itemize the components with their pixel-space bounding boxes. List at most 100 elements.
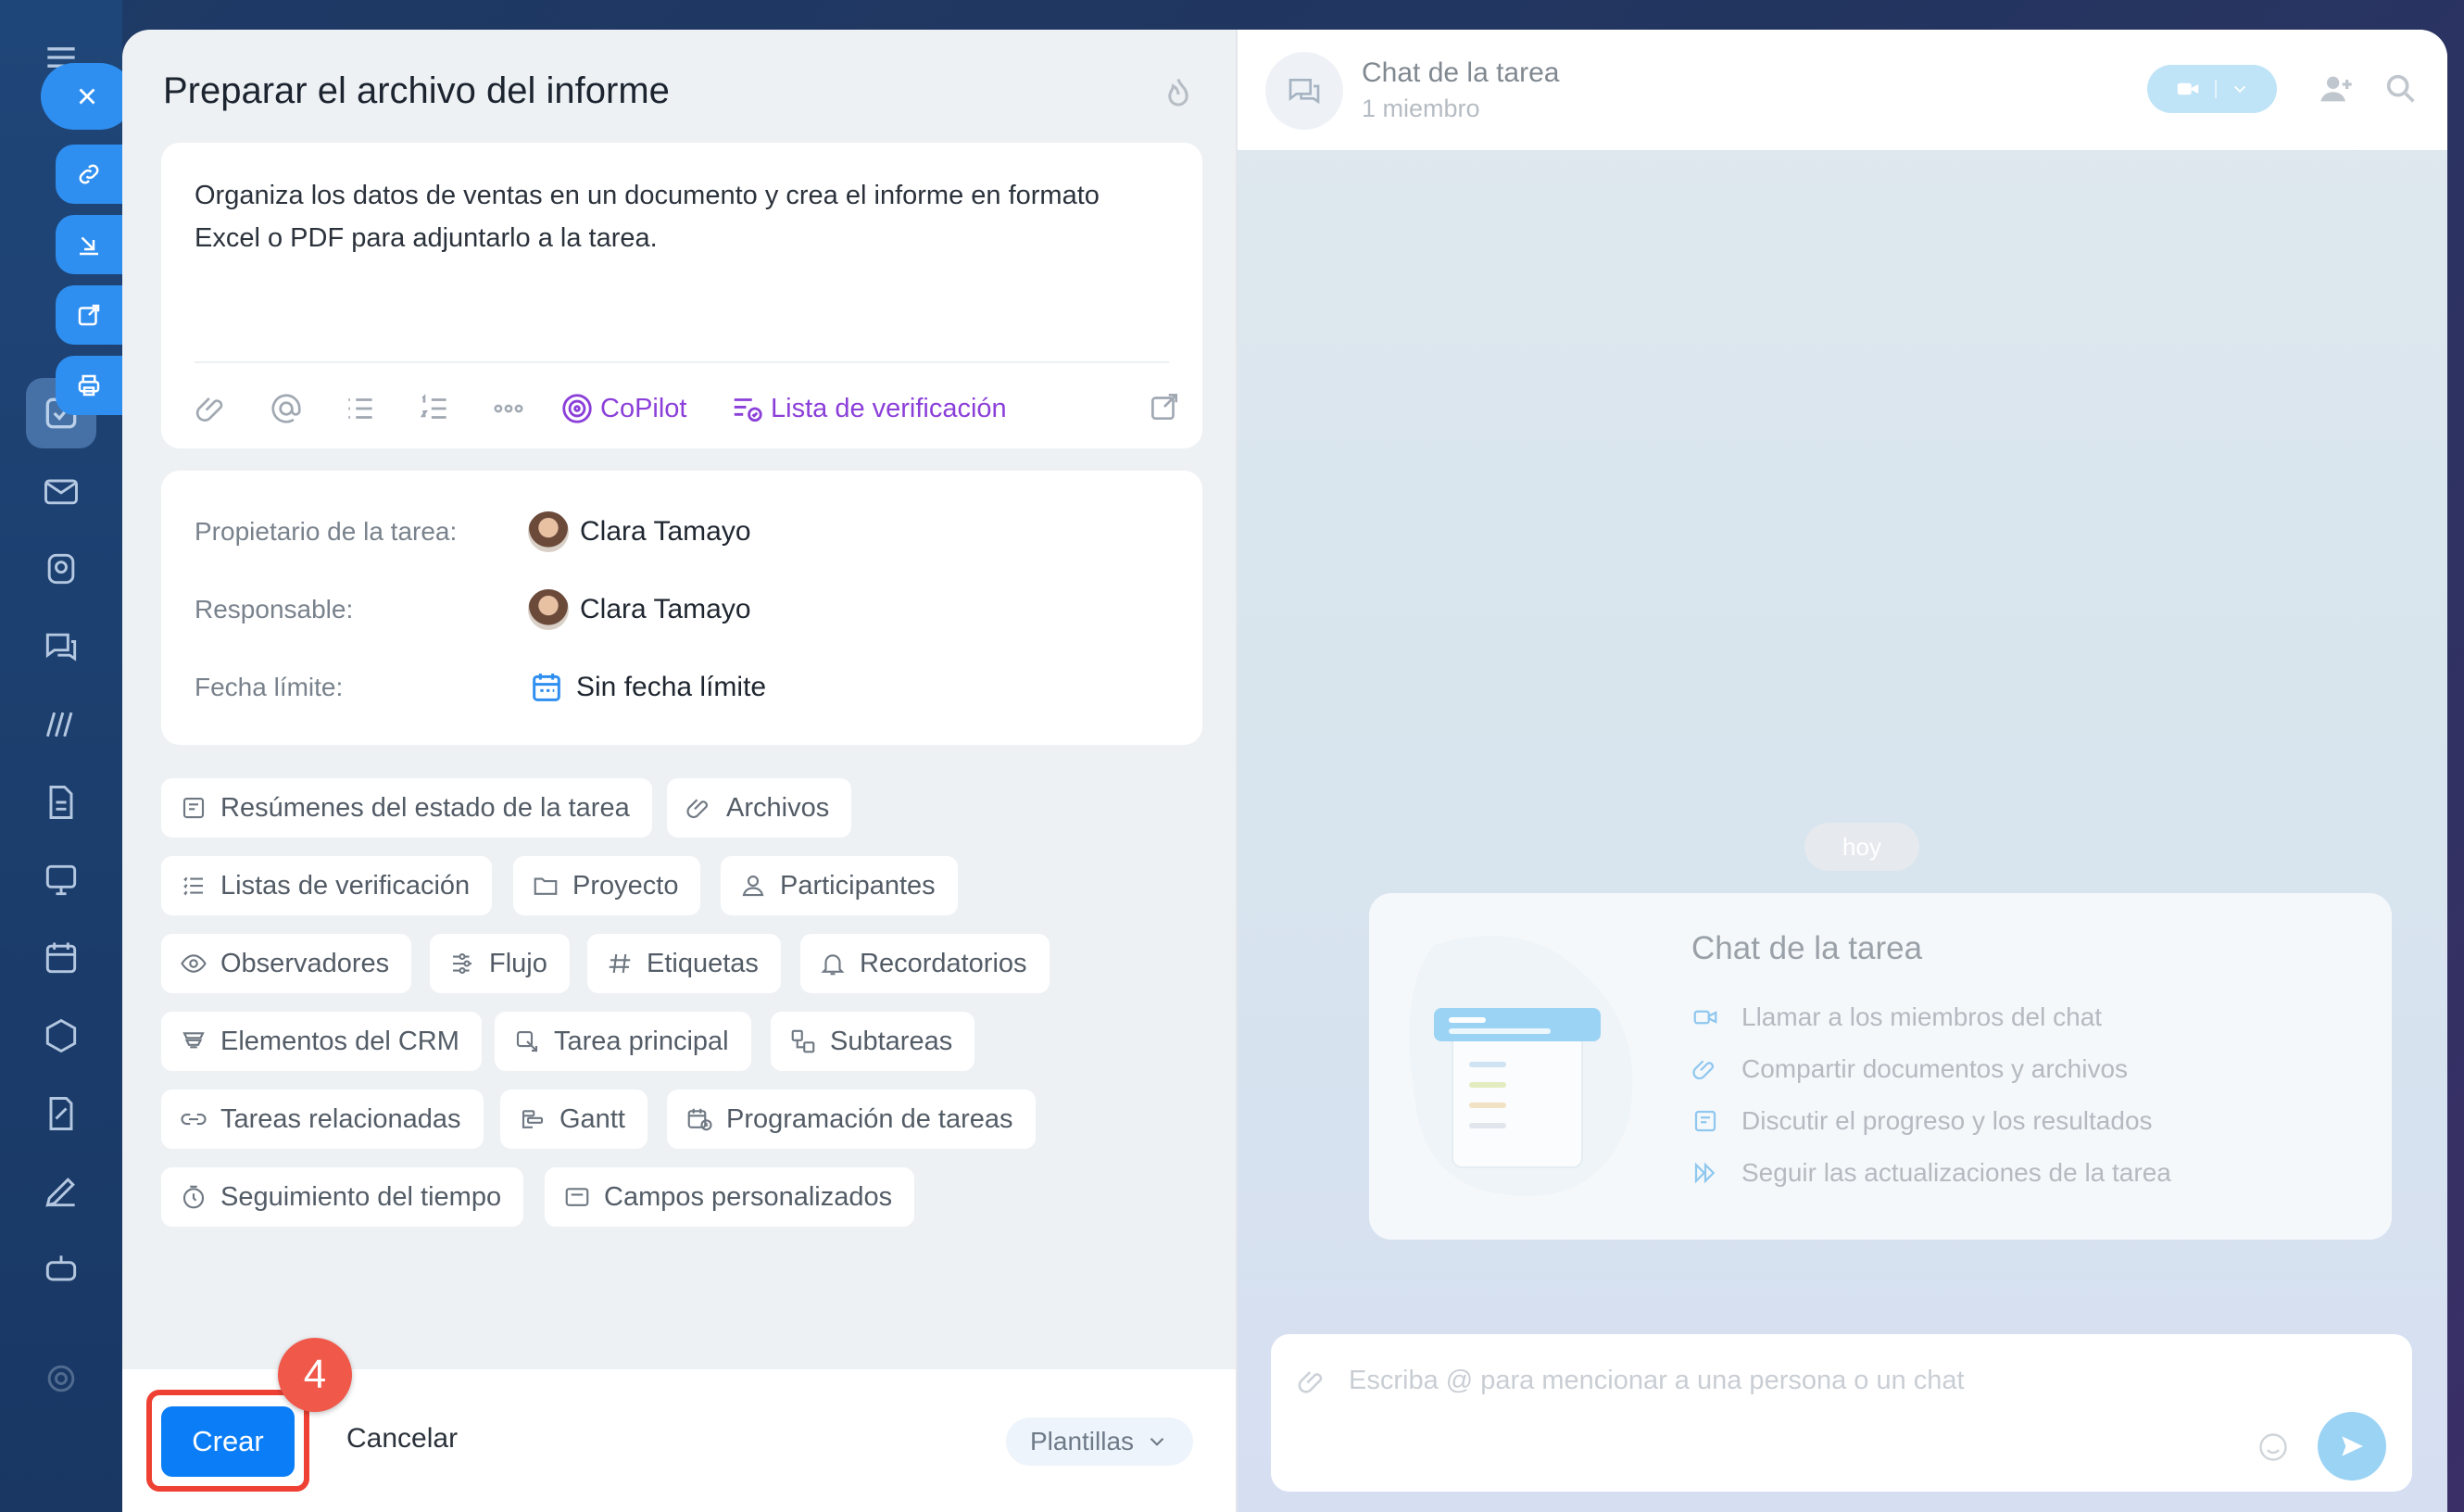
pen-icon[interactable] <box>41 1171 82 1212</box>
copilot-button[interactable]: CoPilot <box>559 385 687 432</box>
chip-observers[interactable]: Observadores <box>161 934 412 993</box>
subtasks-icon <box>791 1029 815 1053</box>
chip-custom-fields[interactable]: Campos personalizados <box>545 1167 915 1227</box>
link-icon <box>181 1113 207 1126</box>
sales-icon[interactable] <box>41 704 82 745</box>
close-icon <box>79 88 95 105</box>
message-input[interactable]: Escriba @ para mencionar a una persona o… <box>1349 1366 1965 1396</box>
minimize-button[interactable] <box>56 215 122 274</box>
feature-label: Compartir documentos y archivos <box>1741 1054 2129 1083</box>
chip-label: Subtareas <box>830 1026 953 1056</box>
emoji-icon[interactable] <box>2257 1430 2290 1464</box>
sign-document-icon[interactable] <box>41 1093 82 1134</box>
description-card: Organiza los datos de ventas en un docum… <box>161 143 1202 448</box>
numbered-list-icon[interactable] <box>417 385 452 432</box>
message-composer[interactable]: Escriba @ para mencionar a una persona o… <box>1271 1334 2412 1492</box>
cancel-button[interactable]: Cancelar <box>346 1423 458 1455</box>
robot-icon[interactable] <box>41 1249 82 1290</box>
checklist-label: Lista de verificación <box>771 393 1007 423</box>
chip-reminders[interactable]: Recordatorios <box>800 934 1050 993</box>
calendar-icon[interactable] <box>41 938 82 978</box>
chip-parent-task[interactable]: Tarea principal <box>495 1012 751 1071</box>
chip-files[interactable]: Archivos <box>667 778 852 838</box>
discussion-icon <box>1694 1110 1716 1132</box>
owner-value[interactable]: Clara Tamayo <box>580 516 751 548</box>
templates-label: Plantillas <box>1029 1427 1135 1455</box>
copilot-label: CoPilot <box>600 393 687 423</box>
chat-icon[interactable] <box>41 626 82 667</box>
task-fields-card: Propietario de la tarea: Clara Tamayo Re… <box>161 471 1202 745</box>
crm-icon <box>182 1032 205 1049</box>
chip-project[interactable]: Proyecto <box>513 856 701 915</box>
bullet-list-icon[interactable] <box>343 385 378 432</box>
flame-icon[interactable] <box>1158 74 1199 115</box>
mention-icon[interactable] <box>269 385 304 432</box>
chip-label: Seguimiento del tiempo <box>220 1181 502 1212</box>
checklist-icon <box>734 398 762 422</box>
chevron-down-icon <box>1150 1437 1164 1446</box>
owner-label: Propietario de la tarea: <box>195 517 458 546</box>
chip-checklists[interactable]: Listas de verificación <box>161 856 493 915</box>
print-button[interactable] <box>56 356 122 415</box>
checklist-button[interactable]: Lista de verificación <box>730 385 1007 432</box>
chip-label: Etiquetas <box>647 948 759 978</box>
send-button[interactable] <box>2318 1412 2386 1480</box>
parent-task-icon <box>516 1030 538 1052</box>
hexagon-icon[interactable] <box>41 1015 82 1056</box>
contact-center-icon[interactable] <box>41 548 82 589</box>
avatar[interactable] <box>528 589 569 630</box>
chat-members-count[interactable]: 1 miembro <box>1362 94 1480 123</box>
chat-illustration <box>1409 936 1633 1196</box>
close-slider-button[interactable] <box>41 63 133 130</box>
search-icon[interactable] <box>2382 70 2420 107</box>
mail-icon[interactable] <box>41 471 82 511</box>
paperclip-icon <box>1692 1060 1714 1080</box>
settings-icon[interactable] <box>41 1358 82 1399</box>
presentation-icon[interactable] <box>41 860 82 901</box>
feature-label: Llamar a los miembros del chat <box>1741 1002 2103 1031</box>
chip-status-summaries[interactable]: Resúmenes del estado de la tarea <box>161 778 652 838</box>
more-icon[interactable] <box>491 385 526 432</box>
owner-row: Propietario de la tarea: Clara Tamayo <box>195 506 1121 558</box>
video-call-button[interactable] <box>2147 65 2277 113</box>
responsible-value[interactable]: Clara Tamayo <box>580 594 751 625</box>
attach-icon[interactable] <box>1297 1366 1328 1397</box>
chip-subtasks[interactable]: Subtareas <box>771 1012 975 1071</box>
chip-label: Elementos del CRM <box>220 1026 459 1056</box>
feature-item: Discutir el progreso y los resultados <box>1691 1101 2153 1141</box>
avatar[interactable] <box>528 511 569 552</box>
chip-crm-items[interactable]: Elementos del CRM <box>161 1012 482 1071</box>
form-footer: Crear 4 Cancelar Plantillas <box>122 1338 1236 1512</box>
chip-participants[interactable]: Participantes <box>721 856 958 915</box>
task-chat-panel: Chat de la tarea 1 miembro hoy Chat de l… <box>1236 30 2447 1512</box>
gantt-icon <box>522 1110 544 1128</box>
stopwatch-icon <box>182 1185 205 1209</box>
documents-icon[interactable] <box>41 782 82 823</box>
deadline-value[interactable]: Sin fecha límite <box>576 672 766 703</box>
printer-icon <box>78 374 100 397</box>
chip-time-tracking[interactable]: Seguimiento del tiempo <box>161 1167 524 1227</box>
chip-gantt[interactable]: Gantt <box>500 1090 647 1149</box>
chip-label: Participantes <box>780 870 936 901</box>
step-badge: 4 <box>278 1338 352 1412</box>
task-description[interactable]: Organiza los datos de ventas en un docum… <box>195 174 1147 259</box>
calendar-icon[interactable] <box>528 669 565 706</box>
attach-icon[interactable] <box>195 385 230 432</box>
create-button[interactable]: Crear <box>161 1406 295 1477</box>
templates-dropdown[interactable]: Plantillas <box>1006 1418 1193 1466</box>
send-icon <box>2342 1436 2363 1456</box>
feature-label: Discutir el progreso y los resultados <box>1741 1106 2153 1135</box>
copy-link-button[interactable] <box>56 145 122 204</box>
chip-tags[interactable]: Etiquetas <box>587 934 781 993</box>
chip-label: Recordatorios <box>860 948 1027 978</box>
add-member-icon[interactable] <box>2318 70 2355 107</box>
open-new-window-button[interactable] <box>56 285 122 345</box>
chip-flow[interactable]: Flujo <box>430 934 570 993</box>
divider <box>195 361 1169 363</box>
task-title[interactable]: Preparar el archivo del informe <box>163 70 670 112</box>
chip-task-scheduling[interactable]: Programación de tareas <box>667 1090 1036 1149</box>
expand-editor-icon[interactable] <box>1147 389 1182 424</box>
flow-icon <box>453 952 471 975</box>
chip-related-tasks[interactable]: Tareas relacionadas <box>161 1090 484 1149</box>
chip-label: Programación de tareas <box>726 1103 1013 1134</box>
